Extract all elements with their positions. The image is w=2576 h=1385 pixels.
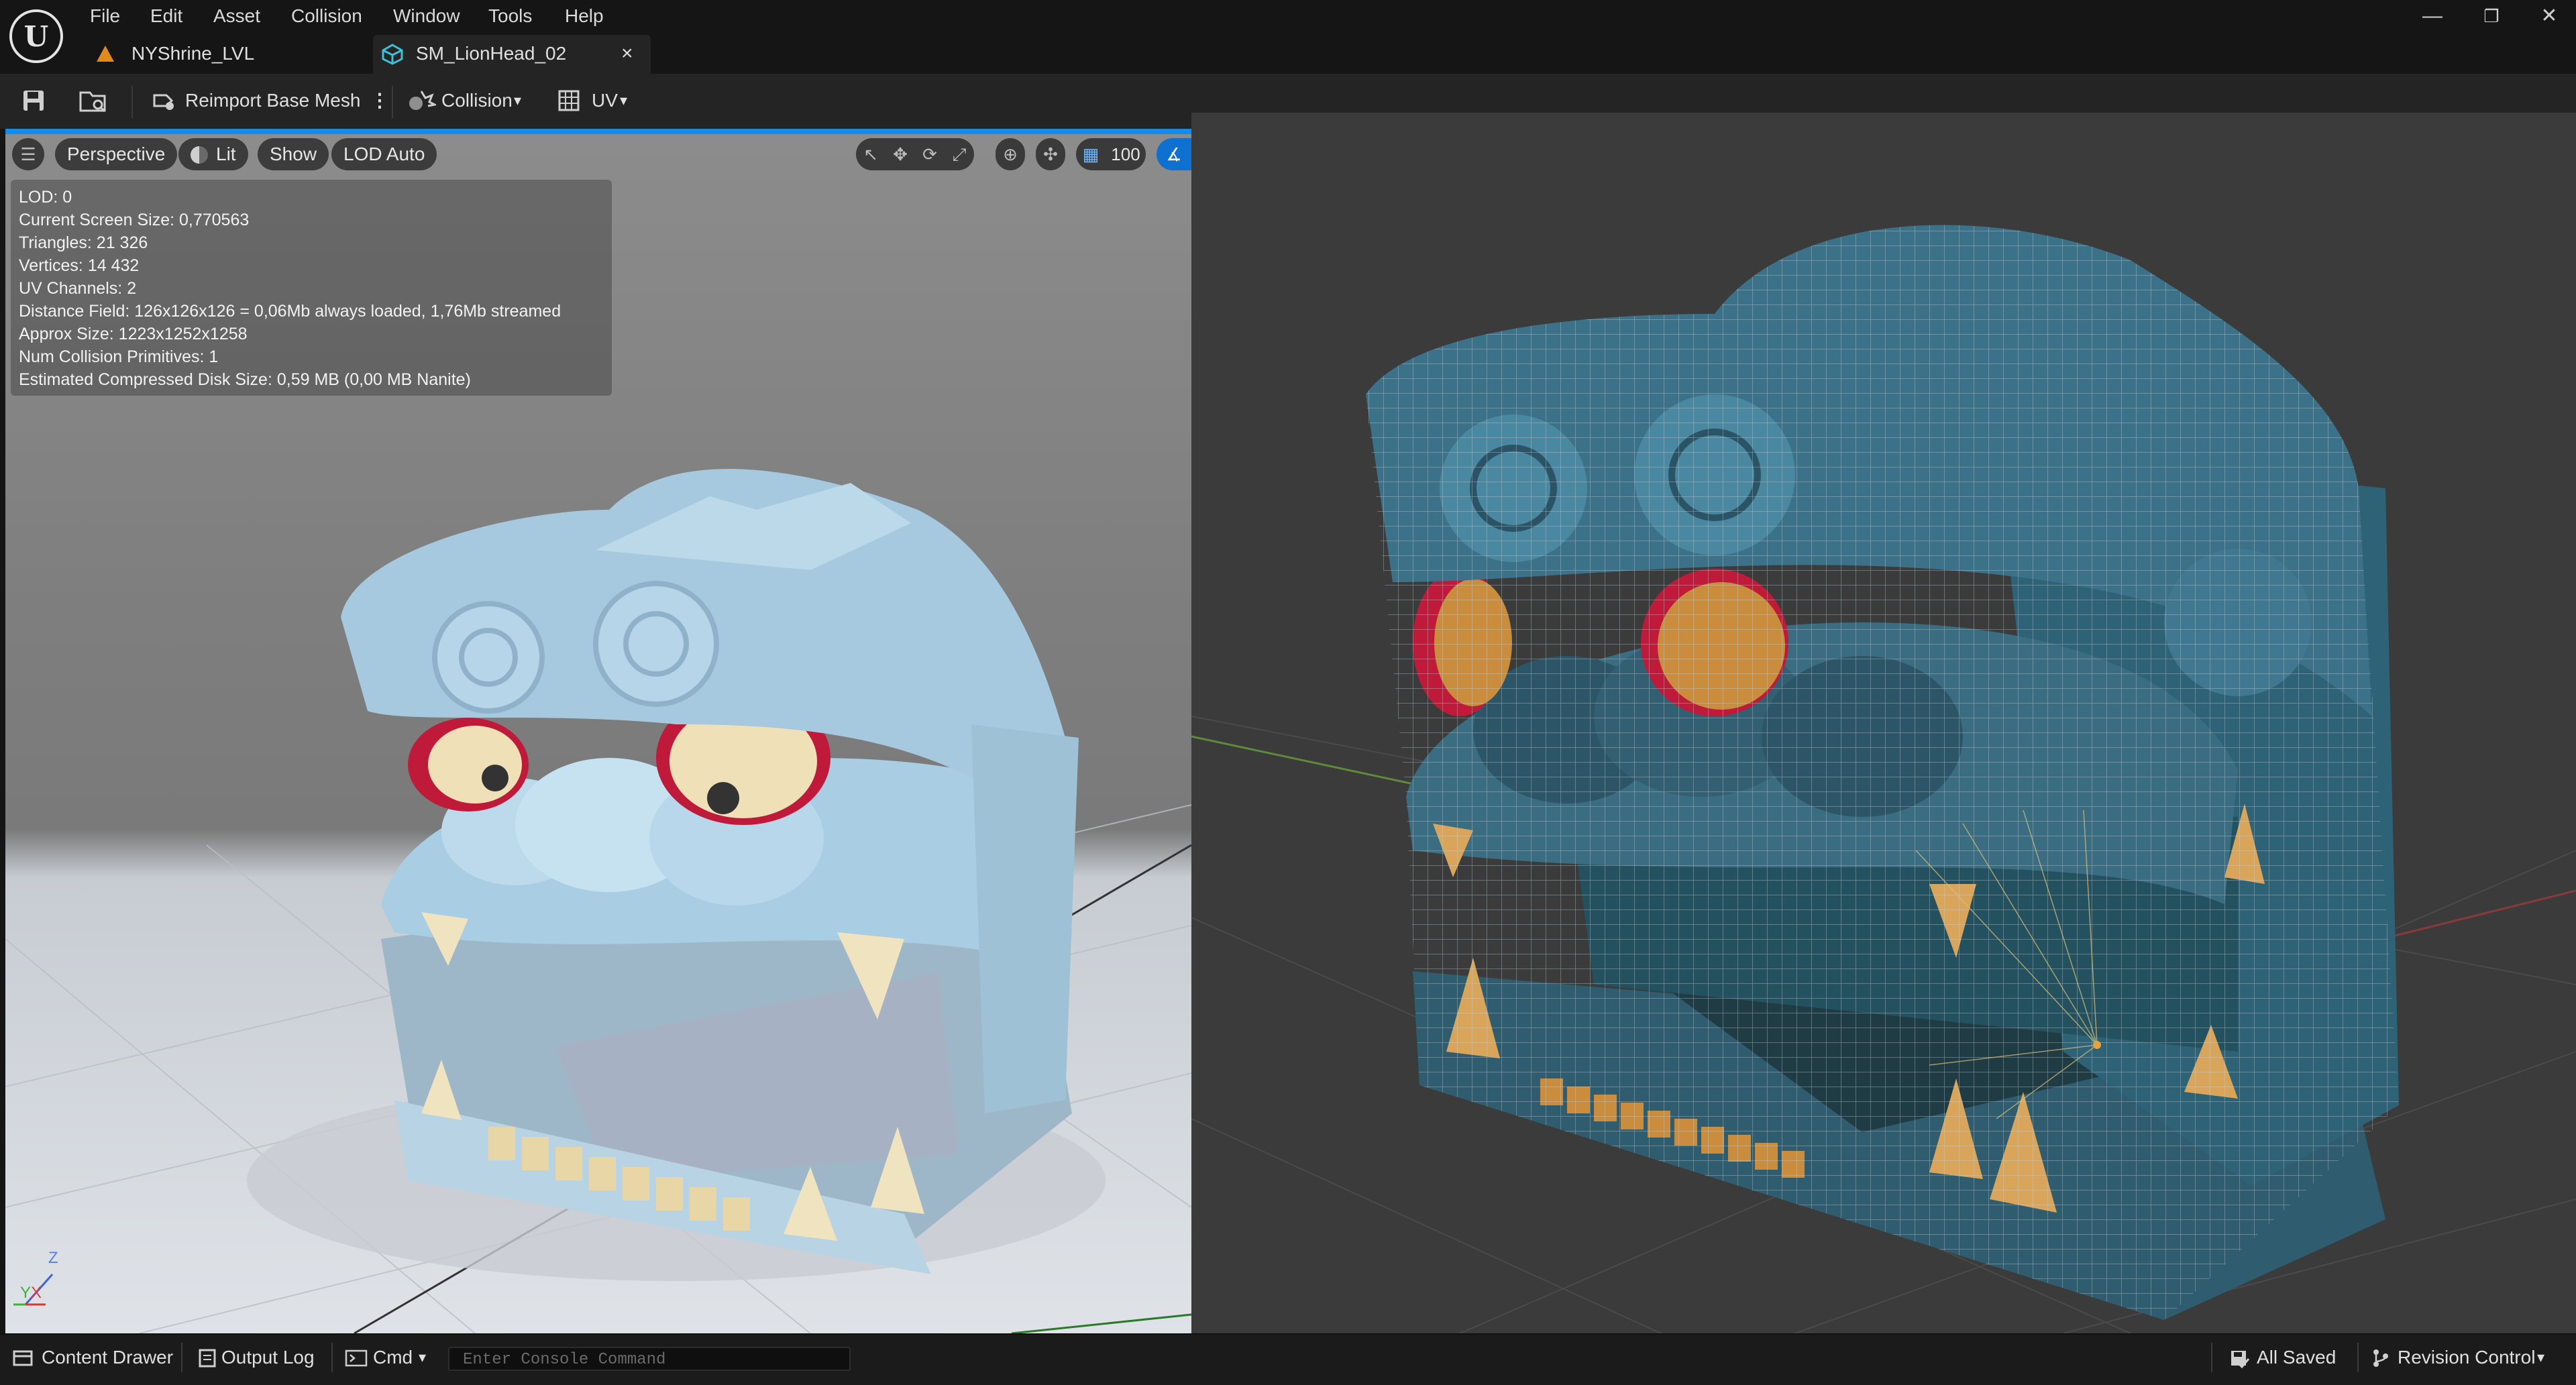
content-drawer-icon — [12, 1348, 35, 1368]
stat-disk-size: Estimated Compressed Disk Size: 0,59 MB … — [19, 370, 471, 389]
rotation-snap-icon[interactable]: ∡ — [1157, 138, 1191, 170]
menu-collision[interactable]: Collision — [291, 1, 362, 31]
lod-auto-button[interactable]: LOD Auto — [331, 138, 437, 170]
static-mesh-icon — [381, 43, 404, 66]
axis-z-label: Z — [48, 1249, 58, 1267]
stat-lod: LOD: 0 — [19, 188, 72, 207]
stat-uv-channels: UV Channels: 2 — [19, 279, 137, 298]
stat-triangles: Triangles: 21 326 — [19, 233, 148, 252]
output-log-icon — [197, 1348, 217, 1368]
uv-grid-icon — [557, 89, 584, 113]
chevron-down-icon[interactable]: ▾ — [419, 1344, 426, 1371]
all-saved-button[interactable]: All Saved — [2257, 1344, 2336, 1371]
tab-nyshrine-lvl[interactable]: NYShrine_LVL — [131, 35, 254, 72]
stat-collision-primitives: Num Collision Primitives: 1 — [19, 347, 219, 366]
stat-vertices: Vertices: 14 432 — [19, 256, 140, 275]
world-space-icon[interactable]: ⊕ — [996, 138, 1025, 170]
grid-snap-icon[interactable]: ▦ — [1076, 138, 1106, 170]
reimport-options-icon[interactable]: ⋮ — [370, 87, 389, 114]
reimport-base-mesh-button[interactable]: Reimport Base Mesh — [185, 87, 360, 114]
translate-icon[interactable]: ✥ — [885, 138, 915, 170]
menu-edit[interactable]: Edit — [150, 1, 182, 31]
chevron-down-icon[interactable]: ▾ — [514, 87, 521, 114]
wireframe-render-view — [1191, 113, 2576, 1333]
unreal-logo-icon[interactable]: U — [9, 9, 63, 63]
show-button[interactable]: Show — [258, 138, 329, 170]
all-saved-icon — [2227, 1348, 2250, 1369]
perspective-button[interactable]: Perspective — [55, 138, 178, 170]
axis-x-label: X — [31, 1284, 42, 1302]
close-window-button[interactable]: ✕ — [2529, 3, 2569, 30]
stat-distance-field: Distance Field: 126x126x126 = 0,06Mb alw… — [19, 302, 561, 321]
menu-file[interactable]: File — [90, 1, 120, 31]
browse-asset-icon[interactable] — [78, 87, 109, 114]
grid-snap-value[interactable]: 100 — [1106, 138, 1146, 170]
menu-asset[interactable]: Asset — [213, 1, 260, 31]
stat-approx-size: Approx Size: 1223x1252x1258 — [19, 325, 248, 343]
reimport-icon — [149, 89, 177, 113]
toolbar-divider — [131, 86, 133, 118]
revision-control-button[interactable]: Revision Control — [2398, 1344, 2535, 1371]
collision-dropdown[interactable]: Collision — [441, 87, 513, 114]
chevron-down-icon[interactable]: ▾ — [2537, 1344, 2544, 1371]
save-icon[interactable] — [20, 87, 47, 114]
active-viewport-indicator — [5, 129, 1191, 134]
revision-control-icon — [2371, 1348, 2391, 1368]
tab-sm-lionhead-label: SM_LionHead_02 — [416, 43, 567, 64]
content-drawer-button[interactable]: Content Drawer — [42, 1344, 173, 1371]
menu-window[interactable]: Window — [393, 1, 460, 31]
tab-close-icon[interactable]: × — [621, 35, 633, 72]
surface-snapping-icon[interactable]: ✣ — [1036, 138, 1065, 170]
minimize-button[interactable]: — — [2412, 3, 2453, 30]
collision-icon — [407, 89, 438, 113]
axis-y-label: Y — [20, 1284, 32, 1302]
select-icon[interactable]: ↖ — [856, 138, 885, 170]
level-icon — [95, 44, 115, 63]
viewport-options-icon[interactable]: ☰ — [12, 138, 44, 170]
console-command-input[interactable]: Enter Console Command — [448, 1347, 851, 1371]
cmd-dropdown[interactable]: Cmd — [373, 1344, 413, 1371]
statusbar-divider — [2211, 1343, 2212, 1372]
menu-help[interactable]: Help — [565, 1, 604, 31]
menu-tools[interactable]: Tools — [488, 1, 532, 31]
restore-button[interactable]: ❐ — [2471, 3, 2512, 30]
stat-screen-size: Current Screen Size: 0,770563 — [19, 211, 250, 229]
rotate-icon[interactable]: ⟳ — [915, 138, 945, 170]
lit-view-mode-button[interactable]: Lit — [178, 138, 248, 170]
terminal-icon — [345, 1349, 368, 1367]
chevron-down-icon[interactable]: ▾ — [620, 87, 627, 114]
lit-sphere-icon — [191, 146, 208, 164]
statusbar-divider — [2357, 1343, 2359, 1372]
statusbar-divider — [331, 1343, 333, 1372]
uv-dropdown[interactable]: UV — [592, 87, 618, 114]
statusbar-divider — [181, 1343, 182, 1372]
output-log-button[interactable]: Output Log — [221, 1344, 315, 1371]
toolbar-divider — [392, 86, 393, 118]
